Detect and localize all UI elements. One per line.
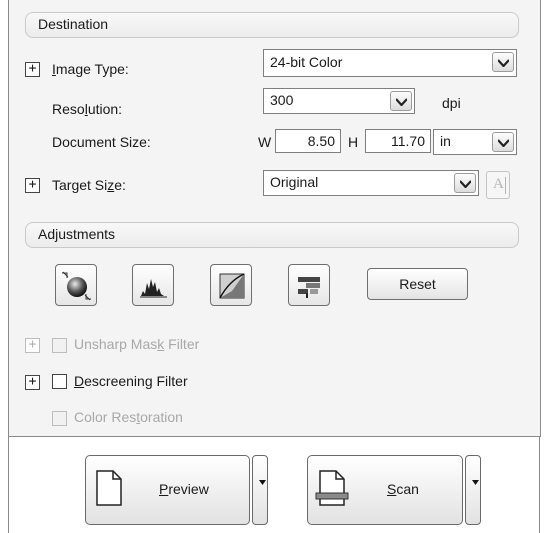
text-orientation-icon: A (493, 176, 504, 192)
resolution-unit: dpi (442, 95, 461, 111)
image-type-select[interactable]: 24-bit Color (263, 49, 517, 77)
scan-document-icon (315, 470, 349, 506)
descreening-expand-icon[interactable]: + (25, 375, 40, 390)
width-label: W (258, 134, 272, 150)
target-size-label: Target Size: (52, 177, 126, 193)
caret-down-icon (259, 480, 266, 485)
color-palette-icon (298, 277, 320, 298)
image-adjustment-button[interactable] (55, 264, 97, 306)
color-restoration-label: Color Restoration (74, 409, 183, 425)
scan-label: Scan (387, 481, 419, 497)
image-type-dropdown-button[interactable] (492, 52, 514, 72)
histogram-icon (140, 279, 167, 298)
target-size-expand-icon[interactable]: + (25, 178, 40, 193)
height-label: H (348, 134, 359, 150)
preview-button[interactable]: Preview (85, 455, 250, 525)
image-type-label: Image Type: (52, 61, 129, 77)
document-icon (96, 470, 122, 506)
descreening-label: Descreening Filter (74, 373, 188, 389)
tone-curve-icon (219, 273, 245, 299)
text-orientation-button: A (486, 171, 510, 199)
target-size-value: Original (270, 174, 319, 190)
caret-down-icon (472, 480, 479, 485)
histogram-button[interactable] (132, 264, 174, 306)
reset-button[interactable]: Reset (367, 268, 468, 300)
width-field[interactable]: 8.50 (275, 129, 341, 153)
height-field[interactable]: 11.70 (365, 129, 431, 153)
size-unit-select[interactable]: in (433, 129, 517, 155)
destination-section-header: Destination (25, 12, 519, 38)
image-adjustment-icon (62, 271, 91, 301)
image-type-expand-icon[interactable]: + (25, 62, 40, 77)
color-restoration-checkbox (52, 411, 67, 426)
chevron-down-icon (498, 139, 509, 147)
panel-border-left (8, 436, 9, 533)
destination-title: Destination (38, 16, 109, 32)
tone-curve-button[interactable] (210, 264, 252, 306)
size-unit-dropdown-button[interactable] (492, 132, 514, 152)
resolution-dropdown-button[interactable] (390, 91, 412, 111)
resolution-label: Resolution: (52, 101, 123, 117)
unsharp-expand-icon: + (25, 338, 40, 353)
chevron-down-icon (498, 59, 509, 67)
scan-button[interactable]: Scan (307, 455, 463, 525)
adjustments-title: Adjustments (38, 226, 116, 242)
preview-label: Preview (159, 481, 209, 497)
scan-options-button[interactable] (465, 455, 481, 525)
panel-border-right (539, 436, 540, 533)
resolution-select[interactable]: 300 (263, 88, 415, 114)
color-palette-button[interactable] (288, 264, 330, 306)
size-unit-value: in (440, 133, 451, 149)
resolution-value: 300 (270, 92, 294, 108)
adjustments-section-header: Adjustments (25, 222, 519, 248)
unsharp-mask-checkbox (52, 338, 67, 353)
target-size-dropdown-button[interactable] (454, 173, 476, 193)
target-size-select[interactable]: Original (263, 170, 479, 196)
descreening-checkbox[interactable] (52, 374, 67, 389)
chevron-down-icon (460, 180, 471, 188)
unsharp-mask-label: Unsharp Mask Filter (74, 336, 200, 352)
preview-options-button[interactable] (252, 455, 268, 525)
image-type-value: 24-bit Color (270, 54, 343, 70)
document-size-label: Document Size: (52, 134, 151, 150)
chevron-down-icon (396, 98, 407, 106)
